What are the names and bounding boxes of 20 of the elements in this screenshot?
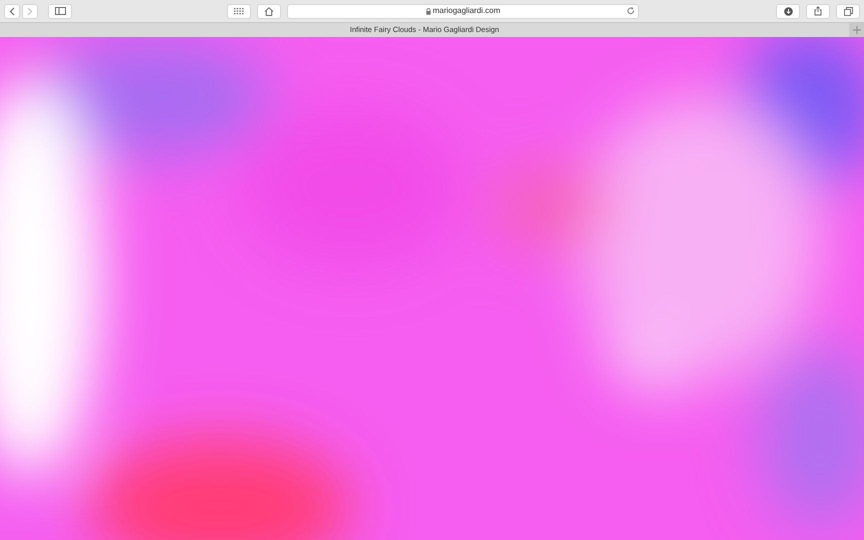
sidebar-button[interactable] [48,4,72,18]
plus-icon [852,26,860,34]
share-button[interactable] [806,4,830,18]
tabs-button[interactable] [836,4,860,18]
lock-icon [426,8,431,14]
share-icon [814,6,822,16]
chevron-right-icon [27,6,33,16]
home-button[interactable] [257,4,281,18]
address-text: mariogagliardi.com [432,5,500,17]
home-icon [264,6,274,16]
chevron-left-icon [9,6,15,16]
download-icon [784,6,792,16]
grid-button[interactable] [227,4,251,18]
tabs-icon [844,6,852,16]
reload-icon[interactable] [627,7,635,15]
back-button[interactable] [4,4,20,18]
grid-icon [234,8,244,14]
sidebar-icon [54,7,66,15]
downloads-button[interactable] [776,4,800,18]
address-field[interactable]: mariogagliardi.com [287,4,639,18]
